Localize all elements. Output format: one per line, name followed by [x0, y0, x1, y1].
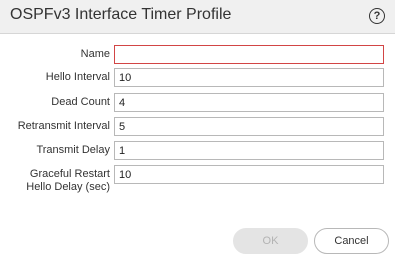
transmit-delay-input[interactable] [114, 141, 384, 160]
graceful-restart-label-line2: Hello Delay (sec) [26, 181, 110, 193]
graceful-restart-label-line1: Graceful Restart [29, 168, 110, 180]
transmit-delay-label: Transmit Delay [36, 144, 110, 156]
timer-profile-dialog: OSPFv3 Interface Timer Profile ? Name He… [0, 0, 395, 268]
name-label: Name [80, 48, 110, 60]
graceful-restart-input[interactable] [114, 165, 384, 184]
ok-button[interactable]: OK [233, 228, 308, 254]
dialog-title: OSPFv3 Interface Timer Profile [10, 6, 232, 23]
retransmit-interval-input[interactable] [114, 117, 384, 136]
cancel-button[interactable]: Cancel [314, 228, 389, 254]
dialog-titlebar: OSPFv3 Interface Timer Profile ? [0, 0, 395, 34]
retransmit-interval-label: Retransmit Interval [17, 120, 110, 132]
name-input[interactable] [114, 45, 384, 64]
hello-interval-input[interactable] [114, 68, 384, 87]
dead-count-label: Dead Count [51, 96, 110, 108]
help-icon[interactable]: ? [369, 8, 385, 24]
dead-count-input[interactable] [114, 93, 384, 112]
hello-interval-label: Hello Interval [45, 71, 110, 83]
